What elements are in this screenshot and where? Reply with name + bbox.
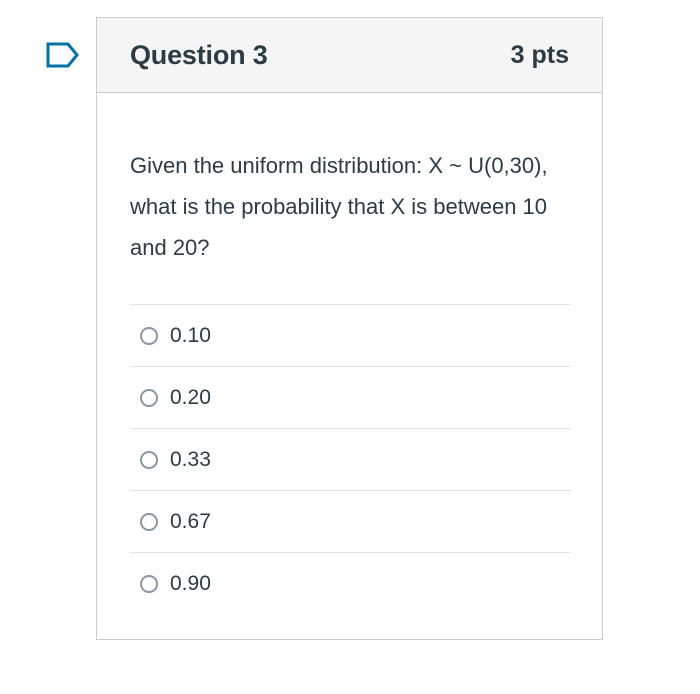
question-points: 3 pts [510,40,569,69]
radio-unchecked-icon[interactable] [140,388,158,407]
radio-unchecked-icon[interactable] [140,512,158,531]
question-body: Given the uniform distribution: X ~ U(0,… [97,145,602,615]
answer-list: 0.10 0.20 0.33 0.67 0.90 [130,304,571,615]
answer-option[interactable]: 0.20 [130,367,571,429]
answer-option[interactable]: 0.33 [130,429,571,491]
radio-unchecked-icon[interactable] [140,450,158,469]
question-card: Question 3 3 pts Given the uniform distr… [96,17,603,640]
answer-option[interactable]: 0.67 [130,491,571,553]
answer-label: 0.33 [170,447,211,471]
answer-label: 0.10 [170,323,211,347]
radio-unchecked-icon[interactable] [140,575,158,593]
question-title: Question 3 [130,39,268,70]
answer-option[interactable]: 0.10 [130,305,571,367]
question-header: Question 3 3 pts [97,18,602,93]
radio-unchecked-icon[interactable] [140,326,158,345]
answer-label: 0.67 [170,509,211,533]
answer-label: 0.90 [170,572,211,595]
flag-question-icon[interactable] [46,42,80,68]
answer-label: 0.20 [170,385,211,409]
answer-option[interactable]: 0.90 [130,553,571,615]
question-text: Given the uniform distribution: X ~ U(0,… [130,153,548,260]
